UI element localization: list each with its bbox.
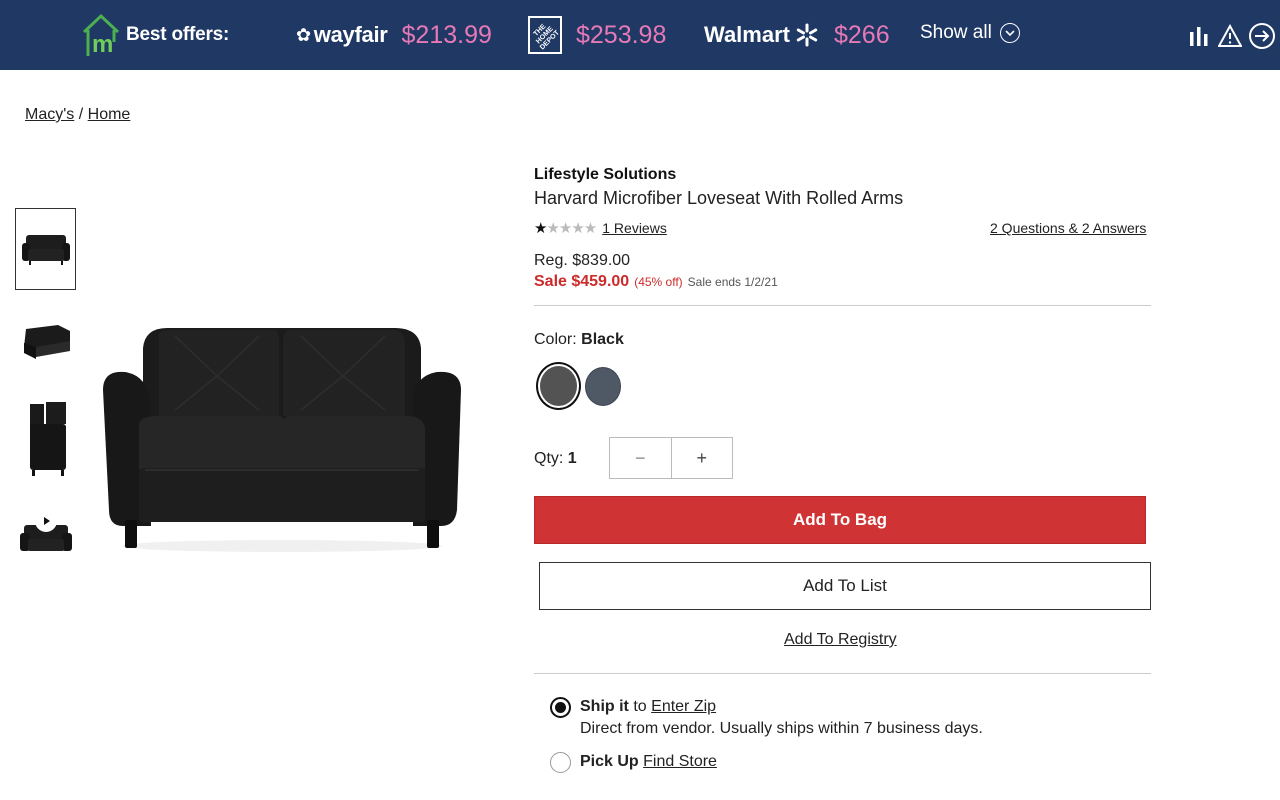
- breadcrumb-macys[interactable]: Macy's: [25, 106, 74, 123]
- quantity-decrease-button[interactable]: −: [610, 438, 672, 478]
- offer-price: $213.99: [401, 20, 492, 49]
- sale-end-date: Sale ends 1/2/21: [687, 275, 778, 289]
- product-brand[interactable]: Lifestyle Solutions: [534, 166, 676, 184]
- play-icon[interactable]: [35, 510, 57, 532]
- m-house-logo-icon[interactable]: m: [80, 12, 122, 58]
- product-main-image[interactable]: [95, 320, 470, 555]
- wayfair-flower-icon: ✿: [296, 24, 311, 45]
- walmart-spark-icon: [796, 23, 818, 47]
- color-label: Color: Black: [534, 331, 624, 348]
- enter-zip-link[interactable]: Enter Zip: [651, 698, 716, 715]
- pick-up-radio[interactable]: [550, 752, 571, 773]
- offer-walmart[interactable]: Walmart $266: [704, 0, 890, 70]
- quantity-value: 1: [567, 450, 577, 467]
- thumbnail-side[interactable]: [15, 396, 76, 478]
- selected-color: Black: [581, 331, 624, 348]
- offer-wayfair[interactable]: ✿ wayfair $213.99: [296, 0, 492, 70]
- questions-answers-link[interactable]: 2 Questions & 2 Answers: [990, 220, 1146, 236]
- ship-it-option: Ship it to Enter Zip: [580, 698, 717, 715]
- reviews-link[interactable]: 1 Reviews: [602, 220, 667, 236]
- divider: [534, 305, 1151, 306]
- quantity-label: Qty: 1: [534, 450, 577, 467]
- pick-up-option: Pick Up Find Store: [580, 753, 717, 770]
- quantity-stepper: − +: [609, 437, 733, 479]
- ship-it-radio[interactable]: [550, 697, 571, 718]
- homedepot-logo: THE HOME DEPOT: [528, 16, 562, 54]
- quantity-increase-button[interactable]: +: [672, 438, 733, 478]
- show-all-button[interactable]: Show all: [920, 22, 1020, 44]
- offer-price: $266: [833, 20, 890, 49]
- offer-homedepot[interactable]: THE HOME DEPOT $253.98: [528, 0, 666, 70]
- divider: [534, 673, 1151, 674]
- product-title: Harvard Microfiber Loveseat With Rolled …: [534, 188, 904, 208]
- ship-description: Direct from vendor. Usually ships within…: [580, 720, 983, 737]
- thumbnail-front[interactable]: [15, 208, 76, 290]
- product-rating: ★★★★★ 1 Reviews: [534, 219, 667, 237]
- sale-price: Sale $459.00: [534, 273, 630, 290]
- exit-icon[interactable]: [1248, 22, 1276, 50]
- color-swatch-gray[interactable]: [585, 367, 621, 406]
- add-to-bag-button[interactable]: Add To Bag: [534, 496, 1146, 544]
- add-to-registry-link[interactable]: Add To Registry: [784, 631, 897, 649]
- sale-price-line: Sale $459.00 (45% off) Sale ends 1/2/21: [534, 273, 778, 291]
- sofa-thumbnail-image: [21, 235, 70, 265]
- breadcrumb-home[interactable]: Home: [88, 106, 131, 123]
- chevron-down-icon: [999, 23, 1020, 43]
- best-offers-label: Best offers:: [126, 24, 230, 45]
- sofa-side-thumbnail-image: [29, 402, 66, 476]
- thumbnail-angle[interactable]: [15, 302, 76, 384]
- walmart-logo: Walmart: [704, 22, 820, 48]
- bar-chart-icon[interactable]: [1188, 24, 1212, 48]
- thumbnail-video[interactable]: [15, 496, 76, 578]
- warning-icon[interactable]: [1218, 24, 1242, 48]
- toolbar-icons: [1188, 22, 1276, 50]
- add-to-list-button[interactable]: Add To List: [539, 562, 1151, 610]
- star-rating-icon: ★★★★★: [534, 220, 597, 237]
- color-swatch-black[interactable]: [536, 362, 581, 410]
- wayfair-logo: ✿ wayfair: [296, 22, 388, 47]
- breadcrumb: Macy's / Home: [25, 106, 130, 124]
- offers-bar: m Best offers: ✿ wayfair $213.99 THE HOM…: [0, 0, 1280, 70]
- find-store-link[interactable]: Find Store: [643, 753, 717, 770]
- discount-percent: (45% off): [634, 275, 683, 289]
- sofa-angle-thumbnail-image: [23, 325, 70, 359]
- regular-price: Reg. $839.00: [534, 252, 631, 269]
- breadcrumb-separator: /: [78, 106, 84, 123]
- swatch-fill: [540, 366, 577, 406]
- offer-price: $253.98: [576, 20, 667, 49]
- svg-text:m: m: [92, 31, 113, 58]
